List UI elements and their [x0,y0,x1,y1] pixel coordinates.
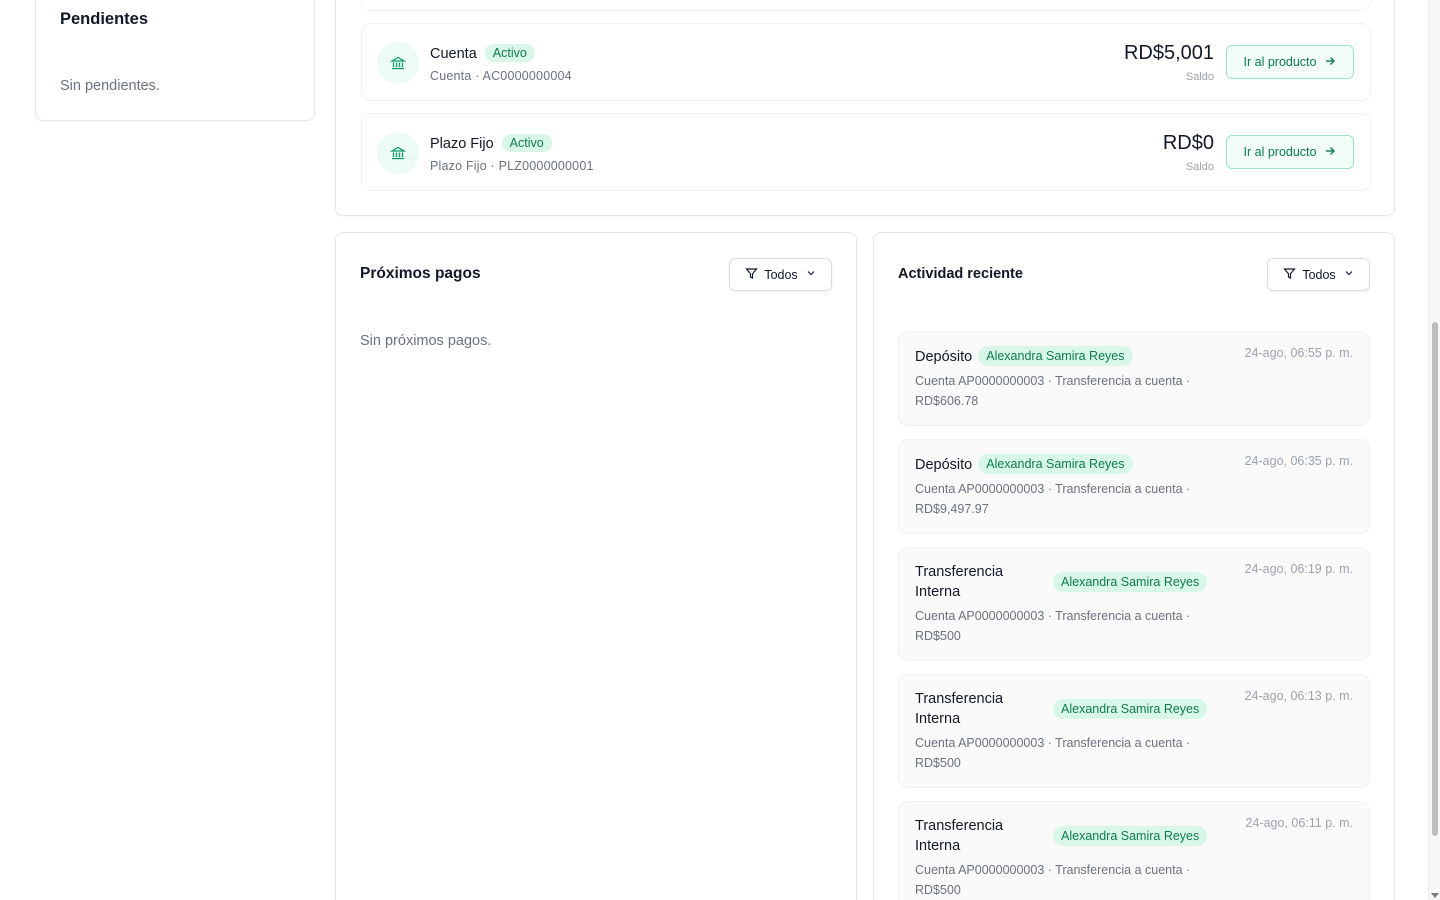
activity-item[interactable]: Transferencia Interna Alexandra Samira Re… [898,674,1370,788]
activity-type: Transferencia Interna [915,691,1004,727]
recent-activity-title: Actividad reciente [898,266,1023,282]
pending-empty-text: Sin pendientes. [60,78,160,94]
activity-description: Cuenta AP0000000003 · Transferencia a cu… [915,374,1191,408]
activity-description: Cuenta AP0000000003 · Transferencia a cu… [915,863,1191,897]
bank-icon [377,42,419,84]
upcoming-payments-panel: Próximos pagos Todos Sin próximos pagos. [335,232,857,900]
product-name-text: Plazo Fijo [430,136,494,152]
activity-type: Transferencia Interna [915,818,1004,854]
filter-label: Todos [764,267,798,282]
pending-card: Pendientes Sin pendientes. [35,0,315,121]
pending-title: Pendientes [60,10,149,28]
activity-person-badge: Alexandra Samira Reyes [1053,572,1208,592]
activity-time: 24-ago, 06:13 p. m. [1244,689,1353,703]
recent-activity-filter-button[interactable]: Todos [1267,258,1370,291]
activity-person-badge: Alexandra Samira Reyes [1053,826,1208,846]
filter-icon [745,267,759,283]
product-balance-label: Saldo [1185,71,1214,83]
activity-description: Cuenta AP0000000003 · Transferencia a cu… [915,736,1191,770]
activity-list: Depósito Alexandra Samira Reyes 24-ago, 0… [898,331,1370,900]
product-name: Plazo Fijo Activo [430,134,552,152]
activity-time: 24-ago, 06:55 p. m. [1244,346,1353,360]
activity-time: 24-ago, 06:19 p. m. [1244,562,1353,576]
filter-label: Todos [1302,267,1336,282]
go-to-product-button[interactable]: Ir al producto [1226,135,1354,169]
activity-type: Depósito [915,457,973,473]
product-subtitle: Plazo Fijo · PLZ0000000001 [430,159,594,173]
activity-time: 24-ago, 06:35 p. m. [1244,454,1353,468]
scrollbar-thumb[interactable] [1432,322,1438,836]
activity-item[interactable]: Depósito Alexandra Samira Reyes 24-ago, 0… [898,331,1370,426]
scroll-down-arrow-icon[interactable] [1431,893,1439,898]
activity-description: Cuenta AP0000000003 · Transferencia a cu… [915,609,1191,643]
upcoming-payments-title: Próximos pagos [360,265,481,282]
product-name-text: Cuenta [430,46,477,62]
product-row: Cuenta Activo Cuenta · AC0000000004 RD$5,… [361,23,1371,101]
product-subtitle: Cuenta · AC0000000004 [430,69,572,83]
chevron-down-icon [806,268,816,281]
arrow-right-icon [1324,145,1336,160]
status-badge: Activo [484,44,535,62]
product-balance-label: Saldo [1185,161,1214,173]
activity-person-badge: Alexandra Samira Reyes [1053,699,1208,719]
activity-person-badge: Alexandra Samira Reyes [978,346,1133,366]
product-row-partial [361,0,1371,11]
bank-icon [377,132,419,174]
product-balance: RD$0 [1162,132,1214,154]
product-name: Cuenta Activo [430,44,535,62]
page-scrollbar[interactable] [1428,0,1440,900]
products-card: Cuenta Activo Cuenta · AC0000000004 RD$5,… [335,0,1395,216]
arrow-right-icon [1324,55,1336,70]
activity-item[interactable]: Depósito Alexandra Samira Reyes 24-ago, 0… [898,439,1370,534]
go-to-product-label: Ir al producto [1243,55,1317,69]
go-to-product-label: Ir al producto [1243,145,1317,159]
product-row: Plazo Fijo Activo Plazo Fijo · PLZ0000000… [361,113,1371,191]
filter-icon [1283,267,1297,283]
activity-item[interactable]: Transferencia Interna Alexandra Samira Re… [898,547,1370,661]
activity-description: Cuenta AP0000000003 · Transferencia a cu… [915,482,1191,516]
recent-activity-panel: Actividad reciente Todos Depósito Alexand… [873,232,1395,900]
upcoming-payments-empty-text: Sin próximos pagos. [360,333,492,349]
activity-person-badge: Alexandra Samira Reyes [978,454,1133,474]
status-badge: Activo [501,134,552,152]
chevron-down-icon [1344,268,1354,281]
activity-time: 24-ago, 06:11 p. m. [1245,816,1353,830]
activity-item[interactable]: Transferencia Interna Alexandra Samira Re… [898,801,1370,900]
upcoming-payments-filter-button[interactable]: Todos [729,258,832,291]
product-balance: RD$5,001 [1123,42,1214,64]
activity-type: Transferencia Interna [915,564,1004,600]
go-to-product-button[interactable]: Ir al producto [1226,45,1354,79]
activity-type: Depósito [915,349,973,365]
